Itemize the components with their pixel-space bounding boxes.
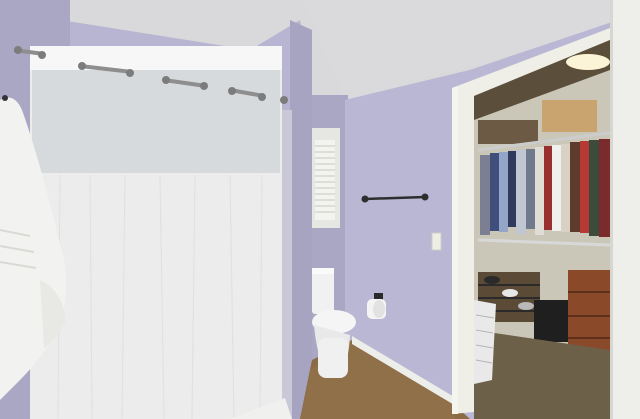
curtain-mesh-panel [32, 68, 280, 173]
shower-partition-wall [290, 20, 312, 419]
towel-hook [2, 95, 8, 101]
dresser [568, 270, 610, 356]
shower-curtain [30, 46, 282, 419]
closet-light [566, 54, 610, 70]
door-edge [610, 0, 640, 419]
storage-box [542, 100, 597, 132]
storage-bin [534, 300, 568, 342]
light-switch [431, 232, 442, 251]
bathroom-photo [0, 0, 640, 419]
hanging-clothes [480, 139, 610, 237]
